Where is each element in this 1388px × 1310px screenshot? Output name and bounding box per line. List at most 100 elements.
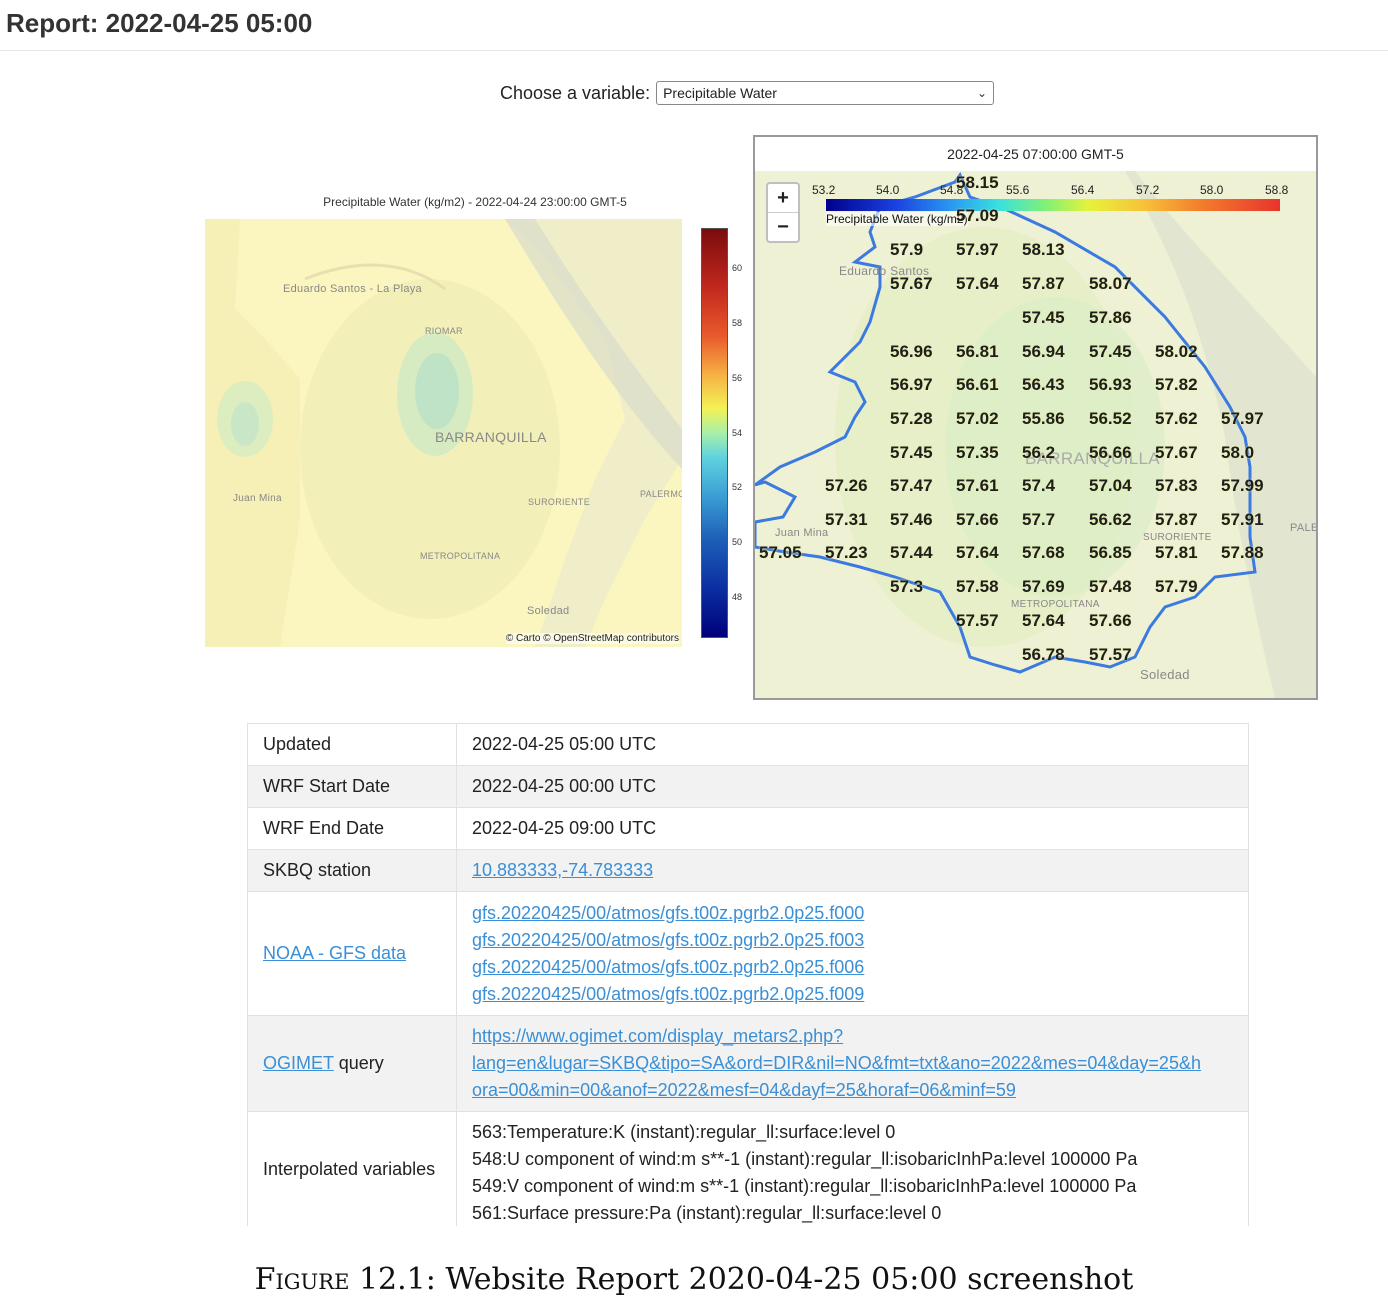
grid-value-label: 57.91 [1221, 510, 1264, 529]
grid-value-label: 57.23 [825, 543, 868, 562]
left-map[interactable]: Eduardo Santos - La Playa RIOMAR BARRANQ… [205, 219, 682, 647]
colorbar-tick: 56 [732, 373, 743, 383]
grid-value-label: 57.3 [890, 577, 924, 596]
grid-value-label: 57.44 [890, 543, 933, 562]
place-paler: PALER [1290, 522, 1318, 534]
grid-value-label: 57.35 [956, 443, 999, 462]
colorbar-tick: 60 [732, 263, 743, 273]
gfs-file-link[interactable]: gfs.20220425/00/atmos/gfs.t00z.pgrb2.0p2… [472, 954, 1233, 981]
grid-value-label: 57.83 [1155, 476, 1198, 495]
grid-value-label: 57.67 [1155, 443, 1198, 462]
title-divider [0, 50, 1388, 51]
legend-tick: 54.0 [876, 183, 900, 197]
table-row: NOAA - GFS data gfs.20220425/00/atmos/gf… [247, 891, 1249, 1016]
grid-value-label: 58.15 [956, 173, 999, 192]
place-metropolitana: METROPOLITANA [420, 551, 501, 561]
colorbar-tick: 48 [732, 592, 743, 602]
grid-value-label: 57.82 [1155, 375, 1198, 394]
report-info-table: Updated 2022-04-25 05:00 UTC WRF Start D… [247, 723, 1249, 1228]
legend-tick: 58.0 [1200, 183, 1224, 197]
table-cutoff [240, 1226, 1260, 1256]
place-palermo: PALERMO [640, 489, 682, 499]
table-row: Updated 2022-04-25 05:00 UTC [247, 723, 1249, 766]
gfs-file-link[interactable]: gfs.20220425/00/atmos/gfs.t00z.pgrb2.0p2… [472, 981, 1233, 1008]
grid-value-label: 57.9 [890, 240, 924, 259]
grid-value-label: 56.78 [1022, 645, 1065, 664]
station-link[interactable]: 10.883333,-74.783333 [472, 860, 653, 880]
legend-tick: 56.4 [1071, 183, 1095, 197]
table-row: SKBQ station 10.883333,-74.783333 [247, 849, 1249, 892]
ogimet-link[interactable]: OGIMET [263, 1053, 334, 1073]
place-suroriente: SURORIENTE [1143, 532, 1212, 543]
right-map[interactable]: 2022-04-25 07:00:00 GMT-5 + − 53.2 54.0 … [753, 135, 1318, 700]
row-value-noaa: gfs.20220425/00/atmos/gfs.t00z.pgrb2.0p2… [456, 891, 1249, 1016]
table-row: OGIMET query https://www.ogimet.com/disp… [247, 1015, 1249, 1112]
colorbar-tick: 50 [732, 537, 743, 547]
row-value-wrf-start: 2022-04-25 00:00 UTC [456, 765, 1249, 808]
interpolated-variable: 561:Surface pressure:Pa (instant):regula… [472, 1203, 942, 1223]
ogimet-url-link[interactable]: lang=en&lugar=SKBQ&tipo=SA&ord=DIR&nil=N… [472, 1050, 1233, 1077]
grid-value-label: 57.47 [890, 476, 933, 495]
grid-value-label: 57.66 [956, 510, 999, 529]
zoom-in-button[interactable]: + [768, 184, 798, 212]
grid-value-label: 57.45 [890, 443, 933, 462]
grid-value-label: 56.61 [956, 375, 999, 394]
place-riomar: RIOMAR [425, 326, 463, 336]
grid-value-label: 57.79 [1155, 577, 1198, 596]
gfs-file-link[interactable]: gfs.20220425/00/atmos/gfs.t00z.pgrb2.0p2… [472, 900, 1233, 927]
grid-value-label: 57.87 [1155, 510, 1198, 529]
row-key-wrf-start: WRF Start Date [247, 765, 457, 808]
place-juan-mina: Juan Mina [233, 493, 282, 504]
variable-chooser: Choose a variable: Precipitable Water ⌄ [500, 80, 995, 106]
row-value-wrf-end: 2022-04-25 09:00 UTC [456, 807, 1249, 850]
place-barranquilla: BARRANQUILLA [435, 429, 547, 445]
table-row: WRF Start Date 2022-04-25 00:00 UTC [247, 765, 1249, 808]
row-key-updated: Updated [247, 723, 457, 766]
colorbar-tick: 58 [732, 318, 743, 328]
grid-value-label: 57.88 [1221, 543, 1264, 562]
ogimet-url-link[interactable]: ora=00&min=00&anof=2022&mesf=04&dayf=25&… [472, 1077, 1233, 1104]
grid-value-label: 57.45 [1022, 308, 1065, 327]
grid-value-label: 57.64 [956, 274, 999, 293]
grid-value-label: 57.45 [1089, 342, 1132, 361]
row-key-wrf-end: WRF End Date [247, 807, 457, 850]
grid-value-label: 56.62 [1089, 510, 1132, 529]
grid-value-label: 57.57 [1089, 645, 1132, 664]
grid-value-label: 57.86 [1089, 308, 1132, 327]
grid-value-label: 56.43 [1022, 375, 1065, 394]
caption-prefix: Figure [254, 1262, 350, 1297]
place-juan-mina: Juan Mina [775, 527, 829, 539]
interpolated-variable: 549:V component of wind:m s**-1 (instant… [472, 1176, 1137, 1196]
grid-value-label: 56.81 [956, 342, 999, 361]
map-attribution: © Carto © OpenStreetMap contributors [505, 633, 679, 644]
grid-value-label: 57.64 [1022, 611, 1065, 630]
zoom-out-button[interactable]: − [768, 212, 798, 241]
grid-value-label: 56.2 [1022, 443, 1056, 462]
noaa-gfs-link[interactable]: NOAA - GFS data [263, 943, 406, 963]
ogimet-url-link[interactable]: https://www.ogimet.com/display_metars2.p… [472, 1023, 1233, 1050]
grid-value-label: 57.68 [1022, 543, 1065, 562]
grid-value-label: 56.97 [890, 375, 933, 394]
legend-tick: 55.6 [1006, 183, 1030, 197]
place-suroriente: SURORIENTE [528, 497, 591, 507]
grid-value-label: 57.66 [1089, 611, 1132, 630]
grid-value-label: 58.07 [1089, 274, 1132, 293]
variable-select[interactable]: Precipitable Water ⌄ [656, 81, 995, 105]
row-key-ogimet: OGIMET query [247, 1015, 457, 1112]
grid-value-label: 56.94 [1022, 342, 1065, 361]
interpolated-variable: 548:U component of wind:m s**-1 (instant… [472, 1149, 1138, 1169]
grid-value-label: 57.05 [759, 543, 802, 562]
table-row: WRF End Date 2022-04-25 09:00 UTC [247, 807, 1249, 850]
grid-value-label: 57.7 [1022, 510, 1056, 529]
grid-value-label: 57.48 [1089, 577, 1132, 596]
grid-value-label: 57.99 [1221, 476, 1264, 495]
grid-value-label: 56.66 [1089, 443, 1132, 462]
legend-tick: 57.2 [1136, 183, 1160, 197]
row-value-station: 10.883333,-74.783333 [456, 849, 1249, 892]
variable-select-value: Precipitable Water [663, 85, 777, 101]
place-eduardo-santos: Eduardo Santos - La Playa [283, 283, 422, 295]
left-colorbar [701, 228, 728, 638]
gfs-file-link[interactable]: gfs.20220425/00/atmos/gfs.t00z.pgrb2.0p2… [472, 927, 1233, 954]
grid-value-label: 57.57 [956, 611, 999, 630]
grid-value-label: 56.93 [1089, 375, 1132, 394]
